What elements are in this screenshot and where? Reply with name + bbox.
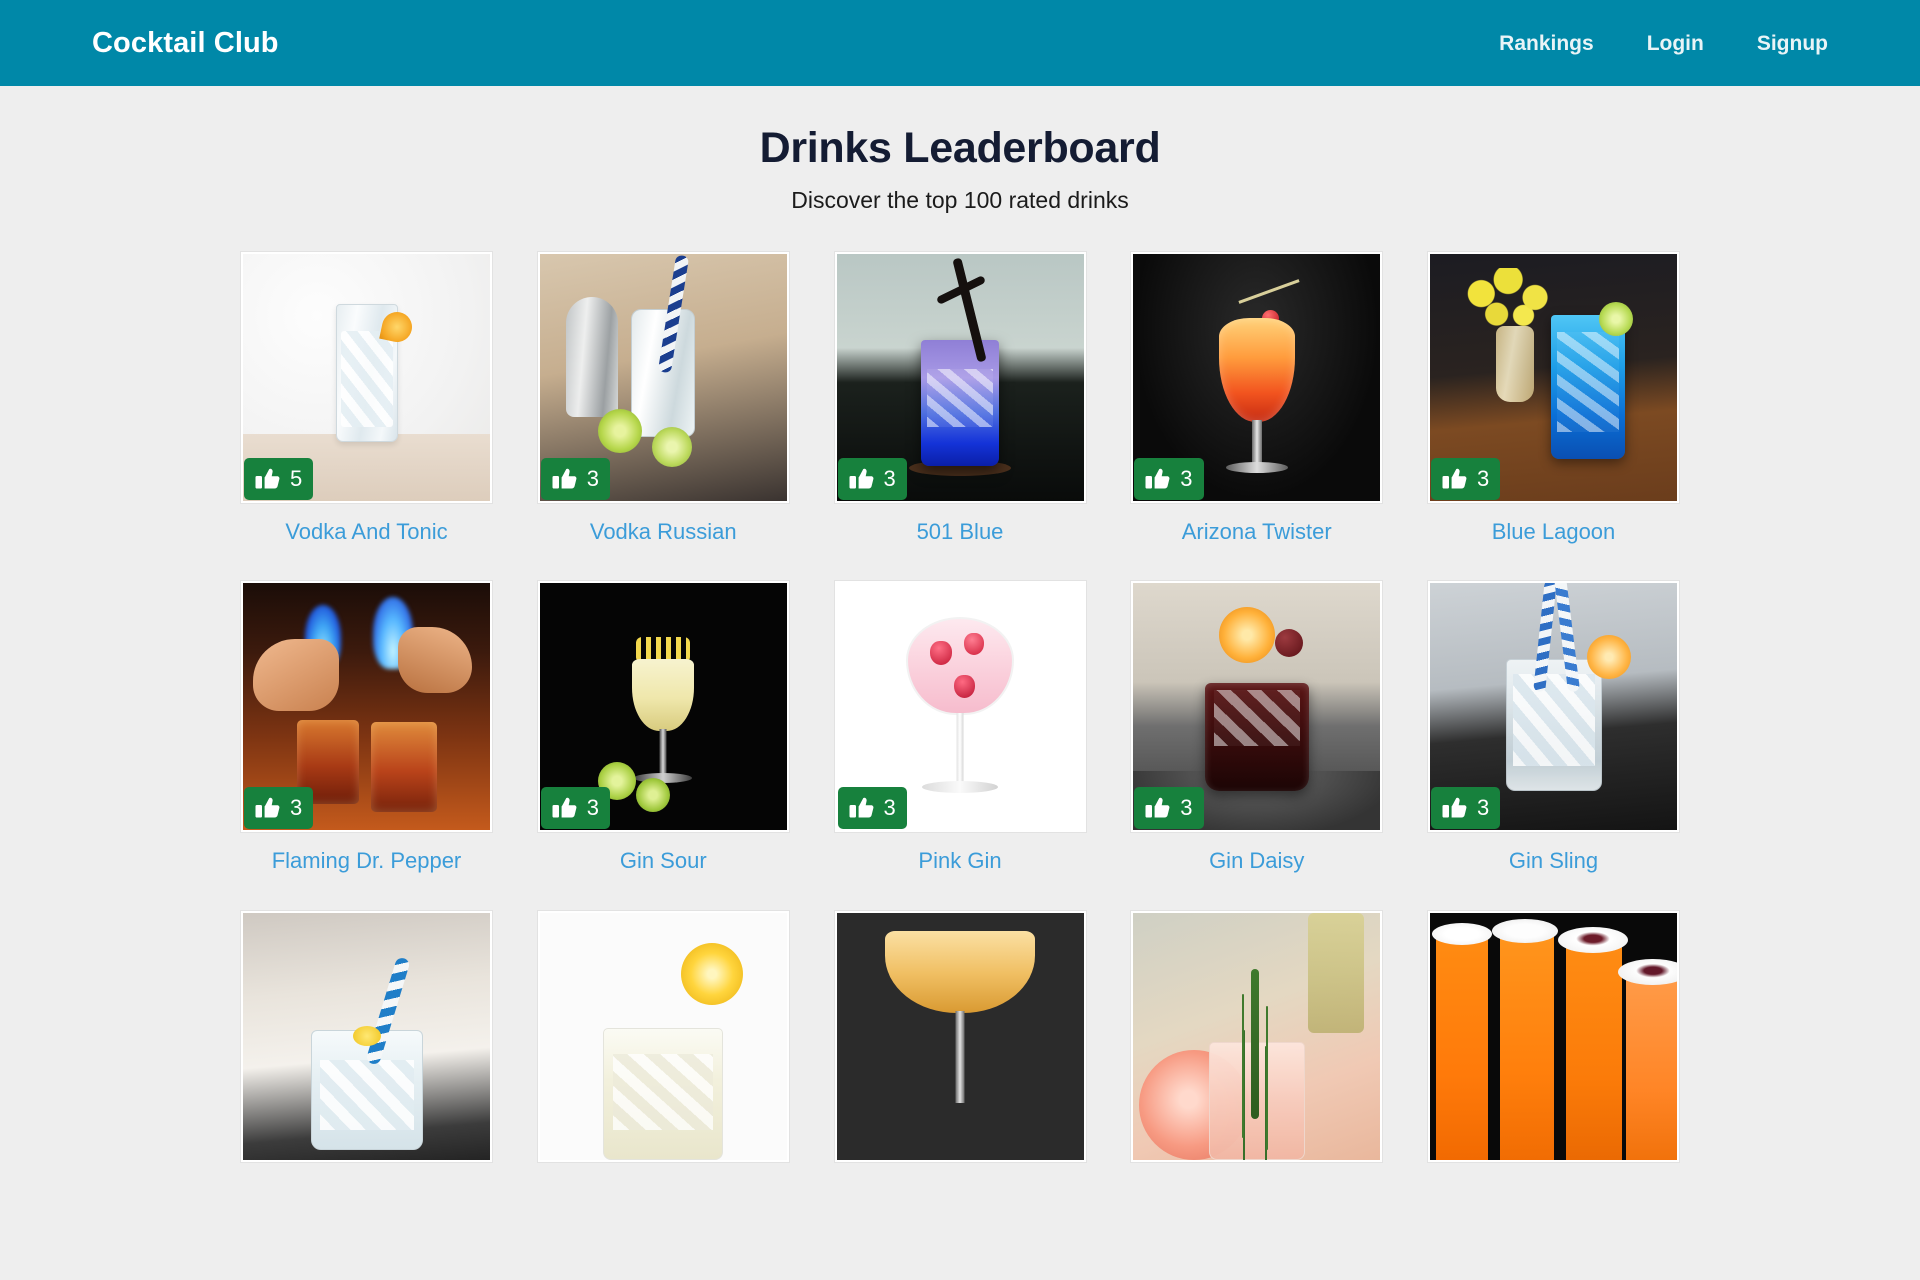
- drink-card[interactable]: 3 Vodka Russian: [536, 251, 790, 545]
- top-navbar: Cocktail Club Rankings Login Signup: [0, 0, 1920, 86]
- page-subtitle: Discover the top 100 rated drinks: [791, 187, 1129, 214]
- drink-card[interactable]: [1130, 909, 1384, 1163]
- thumbs-up-icon: [552, 467, 578, 491]
- vote-count: 3: [1180, 795, 1193, 821]
- drink-image-wrap[interactable]: 3: [536, 580, 790, 834]
- vote-badge[interactable]: 3: [540, 458, 610, 501]
- vote-count: 3: [883, 466, 896, 492]
- drink-image-wrap[interactable]: 3: [1427, 580, 1680, 834]
- drink-image-wrap[interactable]: 3: [1427, 251, 1680, 505]
- vote-badge[interactable]: 5: [244, 458, 314, 501]
- drink-image-wrap[interactable]: 3: [536, 251, 790, 505]
- vote-count: 3: [883, 795, 896, 821]
- thumbs-up-icon: [552, 796, 578, 820]
- vote-badge[interactable]: 3: [1134, 458, 1204, 501]
- drink-image-wrap[interactable]: 5: [240, 251, 493, 505]
- drink-image-wrap[interactable]: 3: [1130, 251, 1384, 505]
- drink-card[interactable]: 3 Blue Lagoon: [1427, 251, 1680, 545]
- vote-count: 3: [290, 795, 303, 821]
- vote-count: 3: [1477, 795, 1490, 821]
- thumbs-up-icon: [849, 467, 875, 491]
- drink-card[interactable]: [1427, 909, 1680, 1163]
- drink-card[interactable]: 3 Gin Sling: [1427, 580, 1680, 874]
- drink-name-link[interactable]: 501 Blue: [917, 519, 1004, 545]
- drink-image-wrap[interactable]: 3: [833, 580, 1087, 834]
- thumbs-up-icon: [255, 796, 281, 820]
- drink-image-wrap[interactable]: [240, 909, 493, 1163]
- brand-logo[interactable]: Cocktail Club: [92, 28, 279, 58]
- drink-name-link[interactable]: Gin Daisy: [1209, 848, 1304, 874]
- drinks-grid: 5 Vodka And Tonic 3 Vodka Russian 3 501 Blue 3…: [240, 251, 1680, 1163]
- drink-card[interactable]: [536, 909, 790, 1163]
- drink-card[interactable]: [833, 909, 1087, 1163]
- thumbs-up-icon: [1442, 467, 1468, 491]
- page-title: Drinks Leaderboard: [759, 124, 1161, 172]
- drink-image: [1133, 912, 1381, 1160]
- drink-name-link[interactable]: Gin Sour: [620, 848, 707, 874]
- vote-badge[interactable]: 3: [1431, 458, 1501, 501]
- nav-link-login[interactable]: Login: [1647, 33, 1704, 54]
- vote-badge[interactable]: 3: [1431, 787, 1501, 830]
- drink-name-link[interactable]: Arizona Twister: [1182, 519, 1332, 545]
- drink-name-link[interactable]: Gin Sling: [1509, 848, 1598, 874]
- vote-count: 3: [1477, 466, 1490, 492]
- drink-card[interactable]: 3 Pink Gin: [833, 580, 1087, 874]
- thumbs-up-icon: [849, 796, 875, 820]
- vote-badge[interactable]: 3: [244, 787, 314, 830]
- drink-image: [1430, 912, 1677, 1160]
- vote-count: 3: [586, 466, 599, 492]
- drink-image-wrap[interactable]: 3: [1130, 580, 1384, 834]
- drink-image: [836, 912, 1084, 1160]
- drink-image-wrap[interactable]: [1427, 909, 1680, 1163]
- vote-badge[interactable]: 3: [1134, 787, 1204, 830]
- drink-image: [243, 912, 490, 1160]
- drink-image-wrap[interactable]: [536, 909, 790, 1163]
- drink-name-link[interactable]: Vodka And Tonic: [285, 519, 447, 545]
- drink-card[interactable]: 3 501 Blue: [833, 251, 1087, 545]
- drink-card[interactable]: [240, 909, 493, 1163]
- thumbs-up-icon: [1145, 467, 1171, 491]
- vote-badge[interactable]: 3: [837, 787, 907, 830]
- vote-badge[interactable]: 3: [837, 458, 907, 501]
- drink-image-wrap[interactable]: [833, 909, 1087, 1163]
- thumbs-up-icon: [255, 467, 281, 491]
- drink-name-link[interactable]: Pink Gin: [918, 848, 1001, 874]
- drink-name-link[interactable]: Flaming Dr. Pepper: [272, 848, 462, 874]
- vote-count: 5: [290, 466, 303, 492]
- thumbs-up-icon: [1145, 796, 1171, 820]
- vote-count: 3: [1180, 466, 1193, 492]
- drink-card[interactable]: 3 Gin Daisy: [1130, 580, 1384, 874]
- vote-badge[interactable]: 3: [540, 787, 610, 830]
- drink-image-wrap[interactable]: 3: [240, 580, 493, 834]
- drink-card[interactable]: 3 Gin Sour: [536, 580, 790, 874]
- drink-card[interactable]: 3 Flaming Dr. Pepper: [240, 580, 493, 874]
- nav-link-signup[interactable]: Signup: [1757, 33, 1828, 54]
- drink-card[interactable]: 3 Arizona Twister: [1130, 251, 1384, 545]
- thumbs-up-icon: [1442, 796, 1468, 820]
- drink-name-link[interactable]: Vodka Russian: [590, 519, 737, 545]
- vote-count: 3: [586, 795, 599, 821]
- drink-name-link[interactable]: Blue Lagoon: [1492, 519, 1616, 545]
- page-header: Drinks Leaderboard Discover the top 100 …: [0, 86, 1920, 215]
- drink-image: [539, 912, 787, 1160]
- drink-image-wrap[interactable]: 3: [833, 251, 1087, 505]
- nav-links: Rankings Login Signup: [1499, 33, 1842, 54]
- drink-card[interactable]: 5 Vodka And Tonic: [240, 251, 493, 545]
- nav-link-rankings[interactable]: Rankings: [1499, 33, 1594, 54]
- drink-image-wrap[interactable]: [1130, 909, 1384, 1163]
